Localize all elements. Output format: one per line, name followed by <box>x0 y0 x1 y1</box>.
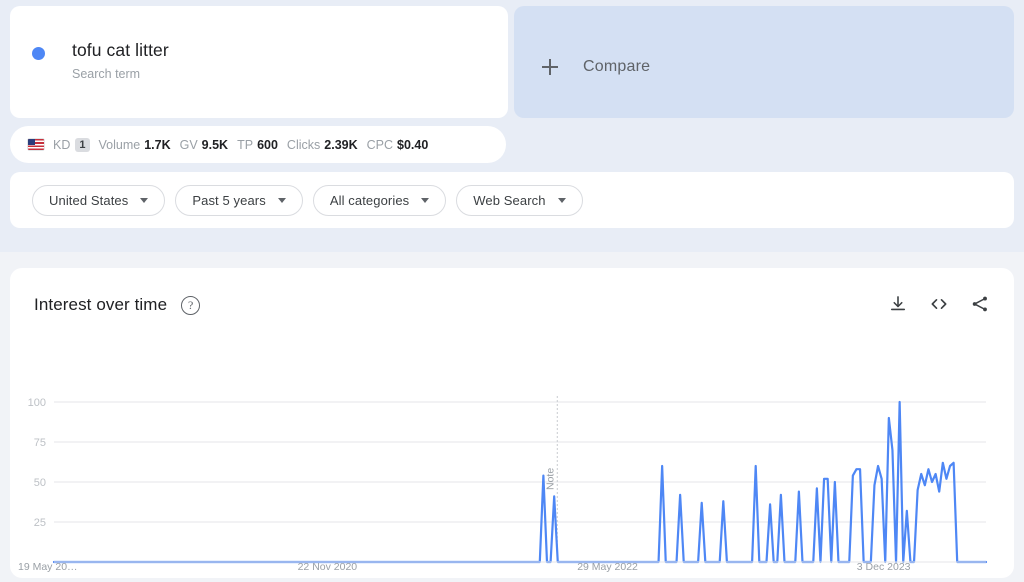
chevron-down-icon <box>140 198 149 203</box>
metric-clicks-label: Clicks <box>286 137 321 152</box>
filters-bar: United States Past 5 years All categorie… <box>10 172 1014 228</box>
metric-kd-badge: 1 <box>75 137 90 152</box>
embed-code-icon[interactable] <box>929 294 949 314</box>
share-icon[interactable] <box>970 294 990 314</box>
metric-kd-label: KD <box>53 137 71 152</box>
filter-search-type[interactable]: Web Search <box>456 185 583 216</box>
x-axis-tick-label: 3 Dec 2023 <box>857 561 911 573</box>
chart-svg: 100 75 50 25 Note 19 May 20… 22 Nov 2020 29 May… <box>18 396 988 573</box>
metric-tp: TP 600 <box>237 138 278 152</box>
chart-title: Interest over time <box>34 295 168 314</box>
chart-header: Interest over time ? <box>34 295 201 315</box>
compare-content: Compare <box>542 58 650 76</box>
filter-time-range-label: Past 5 years <box>192 193 266 208</box>
y-axis-tick-label: 50 <box>34 477 46 489</box>
metric-kd: KD 1 <box>53 137 90 152</box>
metric-clicks: Clicks 2.39K <box>287 138 358 152</box>
search-term-title: tofu cat litter <box>72 40 169 60</box>
seo-metrics-bar[interactable]: KD 1 Volume 1.7K GV 9.5K TP 600 Clicks 2… <box>10 126 506 163</box>
y-axis-tick-label: 25 <box>34 517 46 529</box>
metric-tp-value: 600 <box>257 137 278 152</box>
filter-search-type-label: Web Search <box>473 193 546 208</box>
plus-icon <box>542 59 558 75</box>
search-terms-row: tofu cat litter Search term Compare <box>10 6 1014 118</box>
filter-location-label: United States <box>49 193 129 208</box>
metric-volume-label: Volume <box>98 137 141 152</box>
metric-tp-label: TP <box>237 137 254 152</box>
x-axis-tick-label: 19 May 20… <box>18 561 78 573</box>
x-axis-tick-label: 29 May 2022 <box>577 561 638 573</box>
metric-volume-value: 1.7K <box>144 137 171 152</box>
us-flag-icon <box>28 139 44 150</box>
metric-cpc: CPC $0.40 <box>367 138 429 152</box>
metric-gv: GV 9.5K <box>180 138 228 152</box>
y-axis-tick-label: 75 <box>34 437 46 449</box>
chevron-down-icon <box>277 198 286 203</box>
chevron-down-icon <box>557 198 566 203</box>
compare-label: Compare <box>583 58 651 75</box>
series-color-dot-icon <box>32 47 45 60</box>
search-term-content: tofu cat litter Search term <box>32 40 169 81</box>
interest-over-time-chart: 100 75 50 25 Note 19 May 20… 22 Nov 2020 29 May… <box>0 372 1004 582</box>
x-axis-tick-label: 22 Nov 2020 <box>298 561 358 573</box>
search-term-texts: tofu cat litter Search term <box>72 40 169 81</box>
chart-action-icons <box>888 294 990 314</box>
filter-location[interactable]: United States <box>32 185 166 216</box>
y-axis-tick-label: 100 <box>28 397 46 409</box>
metric-cpc-value: $0.40 <box>397 137 429 152</box>
metric-gv-value: 9.5K <box>201 137 229 152</box>
chevron-down-icon <box>421 198 430 203</box>
filter-category-label: All categories <box>329 193 410 208</box>
metric-cpc-label: CPC <box>366 137 394 152</box>
search-term-subtitle: Search term <box>72 67 141 81</box>
search-term-card[interactable]: tofu cat litter Search term <box>10 6 508 118</box>
filter-chips: United States Past 5 years All categorie… <box>32 185 583 216</box>
compare-card[interactable]: Compare <box>514 6 1014 118</box>
download-icon[interactable] <box>888 294 908 314</box>
metric-volume: Volume 1.7K <box>99 138 171 152</box>
filter-category[interactable]: All categories <box>312 185 447 216</box>
filter-time-range[interactable]: Past 5 years <box>175 185 303 216</box>
metric-gv-label: GV <box>179 137 198 152</box>
metric-clicks-value: 2.39K <box>324 137 358 152</box>
help-circle-icon[interactable]: ? <box>181 295 201 315</box>
note-marker-label[interactable]: Note <box>544 468 556 490</box>
